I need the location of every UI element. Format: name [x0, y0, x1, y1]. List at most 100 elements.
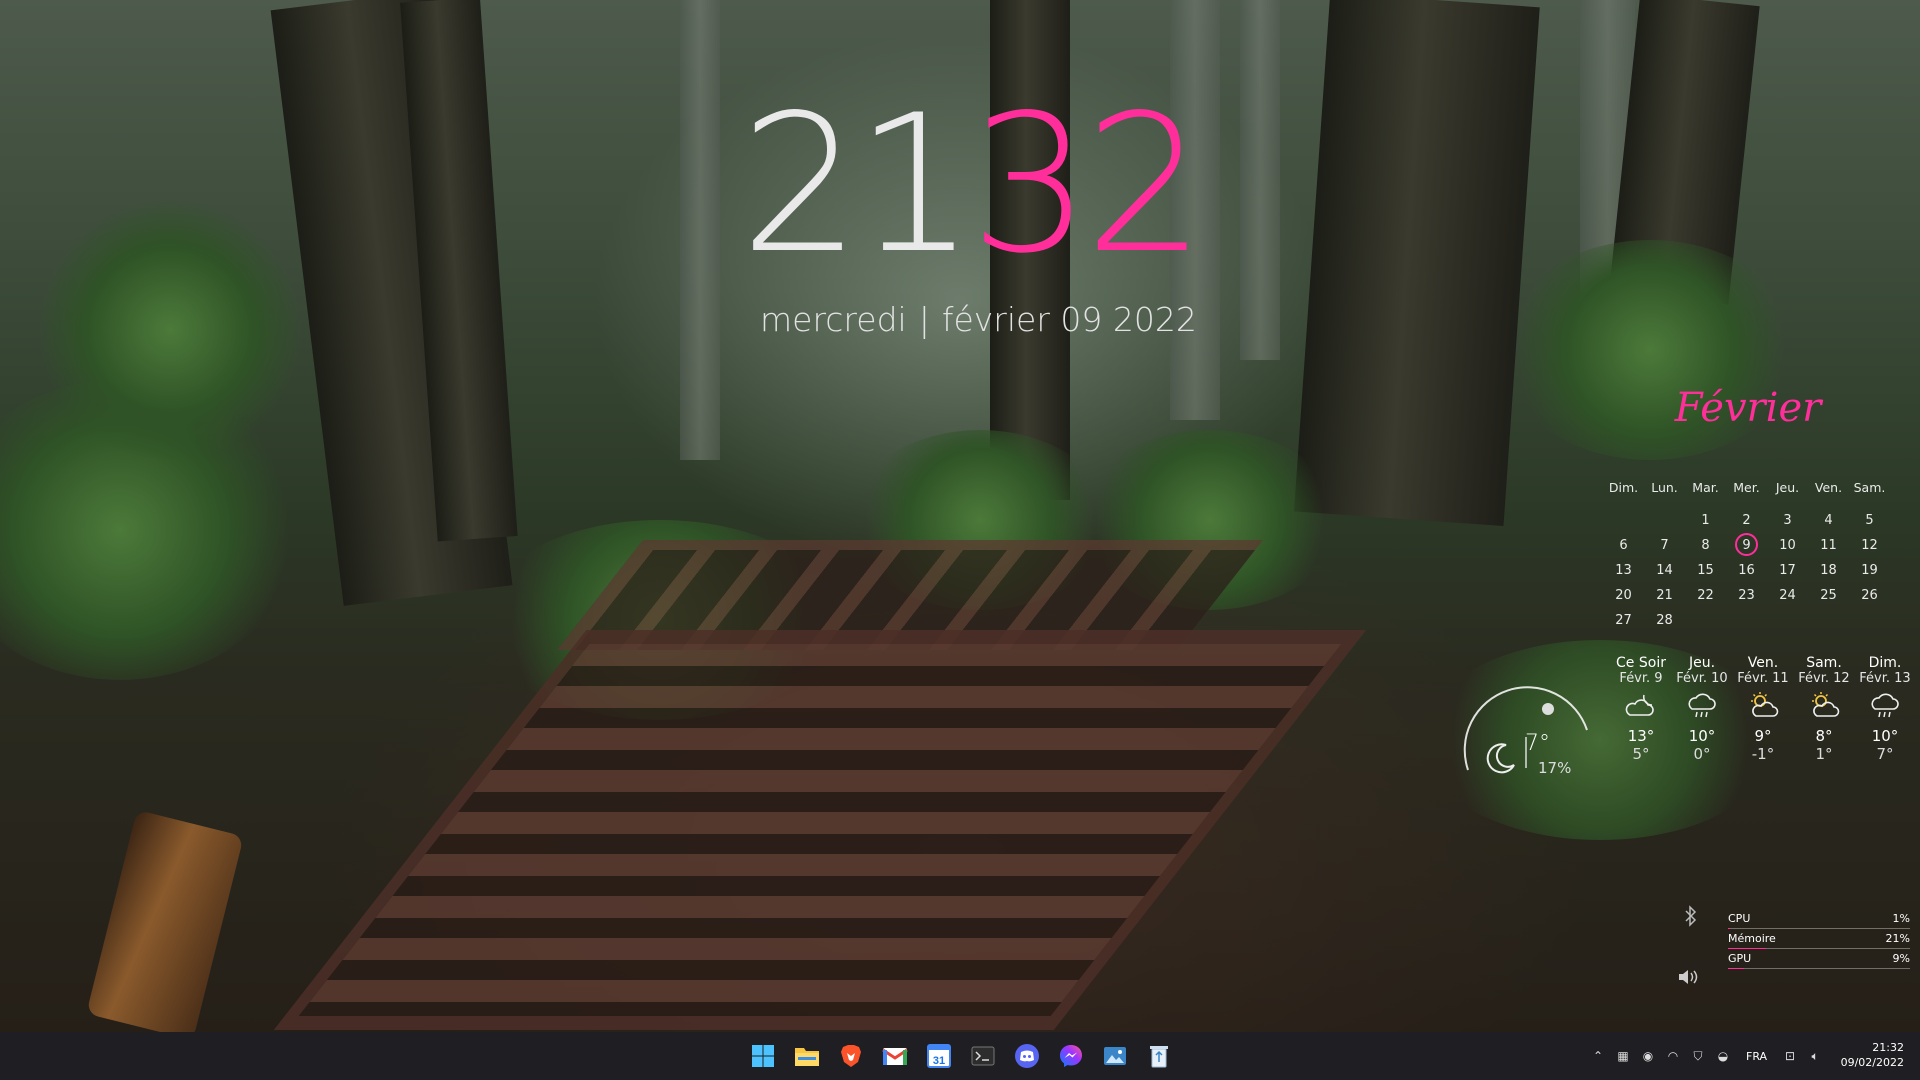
calendar-week: 1 2 3 4 5 [1603, 508, 1893, 533]
forecast-high: 9° [1754, 727, 1772, 745]
calendar-day: 18 [1820, 563, 1837, 578]
calendar-weekday: Dim. [1608, 480, 1639, 495]
sysmon-row-cpu: CPU 1% [1690, 910, 1910, 930]
forecast-low: 1° [1815, 745, 1833, 763]
google-calendar-icon[interactable]: 31 [921, 1038, 957, 1074]
taskbar-date: 09/02/2022 [1840, 1056, 1904, 1069]
calendar-day: 7 [1660, 538, 1669, 553]
taskbar-clock[interactable]: 21:32 09/02/2022 [1841, 1040, 1904, 1070]
tray-sync-icon[interactable]: ◠ [1665, 1048, 1681, 1064]
terminal-icon[interactable] [965, 1038, 1001, 1074]
partly-sunny-icon [1793, 691, 1855, 727]
forecast-high: 13° [1627, 727, 1655, 745]
calendar-day: 27 [1615, 613, 1632, 628]
cloudy-night-icon [1610, 691, 1672, 727]
gauge-arc [1463, 686, 1588, 771]
calendar-widget: Février Dim. Lun. Mar. Mer. Jeu. Ven. Sam. 123… [1603, 385, 1893, 628]
taskbar: 31 ⌃ ▦ ◉ ◠ ⛉ ◒ FRA ⊡ 🔈︎ 21:32 09/02/2022 [0, 1032, 1920, 1080]
calendar-week: 13 14 15 16 17 18 19 [1603, 558, 1893, 583]
date-line: mercredi | février 09 2022 [760, 300, 1197, 339]
steam-icon[interactable]: ◉ [1640, 1048, 1656, 1064]
sysmon-bar [1728, 928, 1910, 929]
sysmon-bar [1728, 948, 1910, 949]
rain-cloud-icon [1854, 691, 1916, 727]
forecast-date: Févr. 9 [1619, 671, 1663, 686]
calendar-week: 20 21 22 23 24 25 26 [1603, 583, 1893, 608]
clock-hours: 21 [740, 74, 976, 295]
calendar-day [1644, 508, 1685, 533]
calendar-day: 22 [1697, 588, 1714, 603]
sysmon-bar [1728, 968, 1910, 969]
calendar-weekday: Mar. [1692, 480, 1719, 495]
sysmon-value: 9% [1892, 952, 1910, 965]
forecast-low: -1° [1751, 745, 1775, 763]
nvidia-icon[interactable]: ◒ [1715, 1048, 1731, 1064]
calendar-day: 5 [1865, 513, 1874, 528]
weather-widget: 7° 17% Ce Soir Févr. 9 13° 5° Jeu. Févr. 10 10… [1460, 655, 1915, 790]
calendar-weekday: Sam. [1853, 480, 1886, 495]
sysmon-bar-fill [1728, 948, 1767, 949]
calendar-day: 20 [1615, 588, 1632, 603]
current-weather-gauge: 7° 17% [1460, 675, 1595, 777]
windows-start-icon[interactable] [745, 1038, 781, 1074]
forecast-high: 8° [1815, 727, 1833, 745]
system-tray: ⌃ ▦ ◉ ◠ ⛉ ◒ FRA ⊡ 🔈︎ [1590, 1032, 1823, 1080]
sysmon-label: CPU [1728, 912, 1751, 925]
forecast-day-name: Ce Soir [1616, 655, 1666, 671]
sysmon-row-gpu: GPU 9% [1690, 950, 1910, 970]
forecast-day: Dim. Févr. 13 10° 7° [1854, 655, 1916, 763]
calendar-day [1726, 608, 1767, 633]
tray-app-icon[interactable]: ▦ [1615, 1048, 1631, 1064]
calendar-weekday: Lun. [1651, 480, 1678, 495]
calendar-day: 6 [1619, 538, 1628, 553]
calendar-day [1808, 608, 1849, 633]
sysmon-label: GPU [1728, 952, 1752, 965]
calendar-day: 11 [1820, 538, 1837, 553]
calendar-day: 3 [1783, 513, 1792, 528]
forecast-low: 0° [1693, 745, 1711, 763]
svg-text:31: 31 [933, 1055, 945, 1067]
recycle-bin-icon[interactable] [1141, 1038, 1177, 1074]
forecast-high: 10° [1871, 727, 1899, 745]
calendar-weekday: Jeu. [1775, 480, 1800, 495]
image-viewer-icon[interactable] [1097, 1038, 1133, 1074]
network-icon[interactable]: ⊡ [1782, 1048, 1798, 1064]
calendar-day: 26 [1861, 588, 1878, 603]
forecast-day: Ce Soir Févr. 9 13° 5° [1610, 655, 1672, 763]
calendar-day: 19 [1861, 563, 1878, 578]
sysmon-label: Mémoire [1728, 932, 1776, 945]
forecast-high: 10° [1688, 727, 1716, 745]
file-explorer-icon[interactable] [789, 1038, 825, 1074]
calendar-day: 23 [1738, 588, 1755, 603]
calendar-day: 15 [1697, 563, 1714, 578]
taskbar-time: 21:32 [1872, 1041, 1904, 1054]
calendar-weekday-header: Dim. Lun. Mar. Mer. Jeu. Ven. Sam. [1603, 475, 1893, 500]
calendar-day: 24 [1779, 588, 1796, 603]
calendar-grid: Dim. Lun. Mar. Mer. Jeu. Ven. Sam. 1 2 3 4 5 6 7 8 9 10… [1603, 475, 1893, 633]
language-indicator[interactable]: FRA [1746, 1050, 1767, 1063]
forecast-day-name: Dim. [1868, 655, 1902, 671]
calendar-day: 14 [1656, 563, 1673, 578]
calendar-week: 27 28 [1603, 608, 1893, 633]
discord-icon[interactable] [1009, 1038, 1045, 1074]
chevron-up-icon[interactable]: ⌃ [1590, 1048, 1606, 1064]
calendar-month-title: Février [1674, 385, 1822, 431]
calendar-day: 25 [1820, 588, 1837, 603]
calendar-day [1767, 608, 1808, 633]
forecast-day: Jeu. Févr. 10 10° 0° [1671, 655, 1733, 763]
taskbar-apps: 31 [745, 1038, 1177, 1074]
calendar-day: 1 [1701, 513, 1710, 528]
gauge-knob [1542, 703, 1554, 715]
brave-browser-icon[interactable] [833, 1038, 869, 1074]
calendar-day [1685, 608, 1726, 633]
messenger-icon[interactable] [1053, 1038, 1089, 1074]
calendar-day: 28 [1656, 613, 1673, 628]
forecast-day-name: Sam. [1806, 655, 1842, 671]
gmail-icon[interactable] [877, 1038, 913, 1074]
security-shield-icon[interactable]: ⛉ [1690, 1048, 1706, 1064]
today-marker: 9 [1735, 533, 1758, 556]
forecast-date: Févr. 12 [1798, 671, 1850, 686]
sysmon-value: 1% [1892, 912, 1910, 925]
tray-volume-icon[interactable]: 🔈︎ [1807, 1048, 1823, 1064]
sysmon-row-mémoire: Mémoire 21% [1690, 930, 1910, 950]
